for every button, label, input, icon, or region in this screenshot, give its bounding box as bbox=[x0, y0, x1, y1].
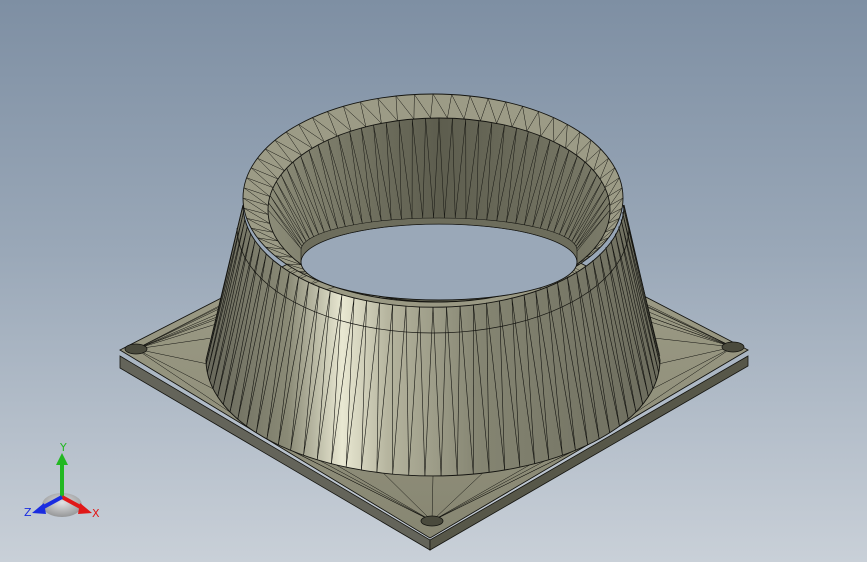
graphics-viewport[interactable]: Y Z X bbox=[0, 0, 867, 562]
y-axis-head-icon bbox=[56, 453, 68, 465]
z-axis-label: Z bbox=[24, 506, 32, 519]
corner-hole-right bbox=[721, 341, 745, 353]
corner-hole-left bbox=[124, 343, 148, 355]
3d-model-view[interactable] bbox=[0, 0, 867, 562]
top-ring[interactable] bbox=[242, 93, 624, 303]
through-hole bbox=[300, 223, 578, 301]
x-axis-head-icon bbox=[78, 503, 92, 514]
y-axis-label: Y bbox=[60, 441, 67, 454]
orientation-triad[interactable]: Y Z X bbox=[22, 441, 108, 525]
z-axis-head-icon bbox=[32, 503, 46, 514]
corner-hole-front bbox=[420, 515, 444, 527]
x-axis-label: X bbox=[92, 507, 100, 520]
